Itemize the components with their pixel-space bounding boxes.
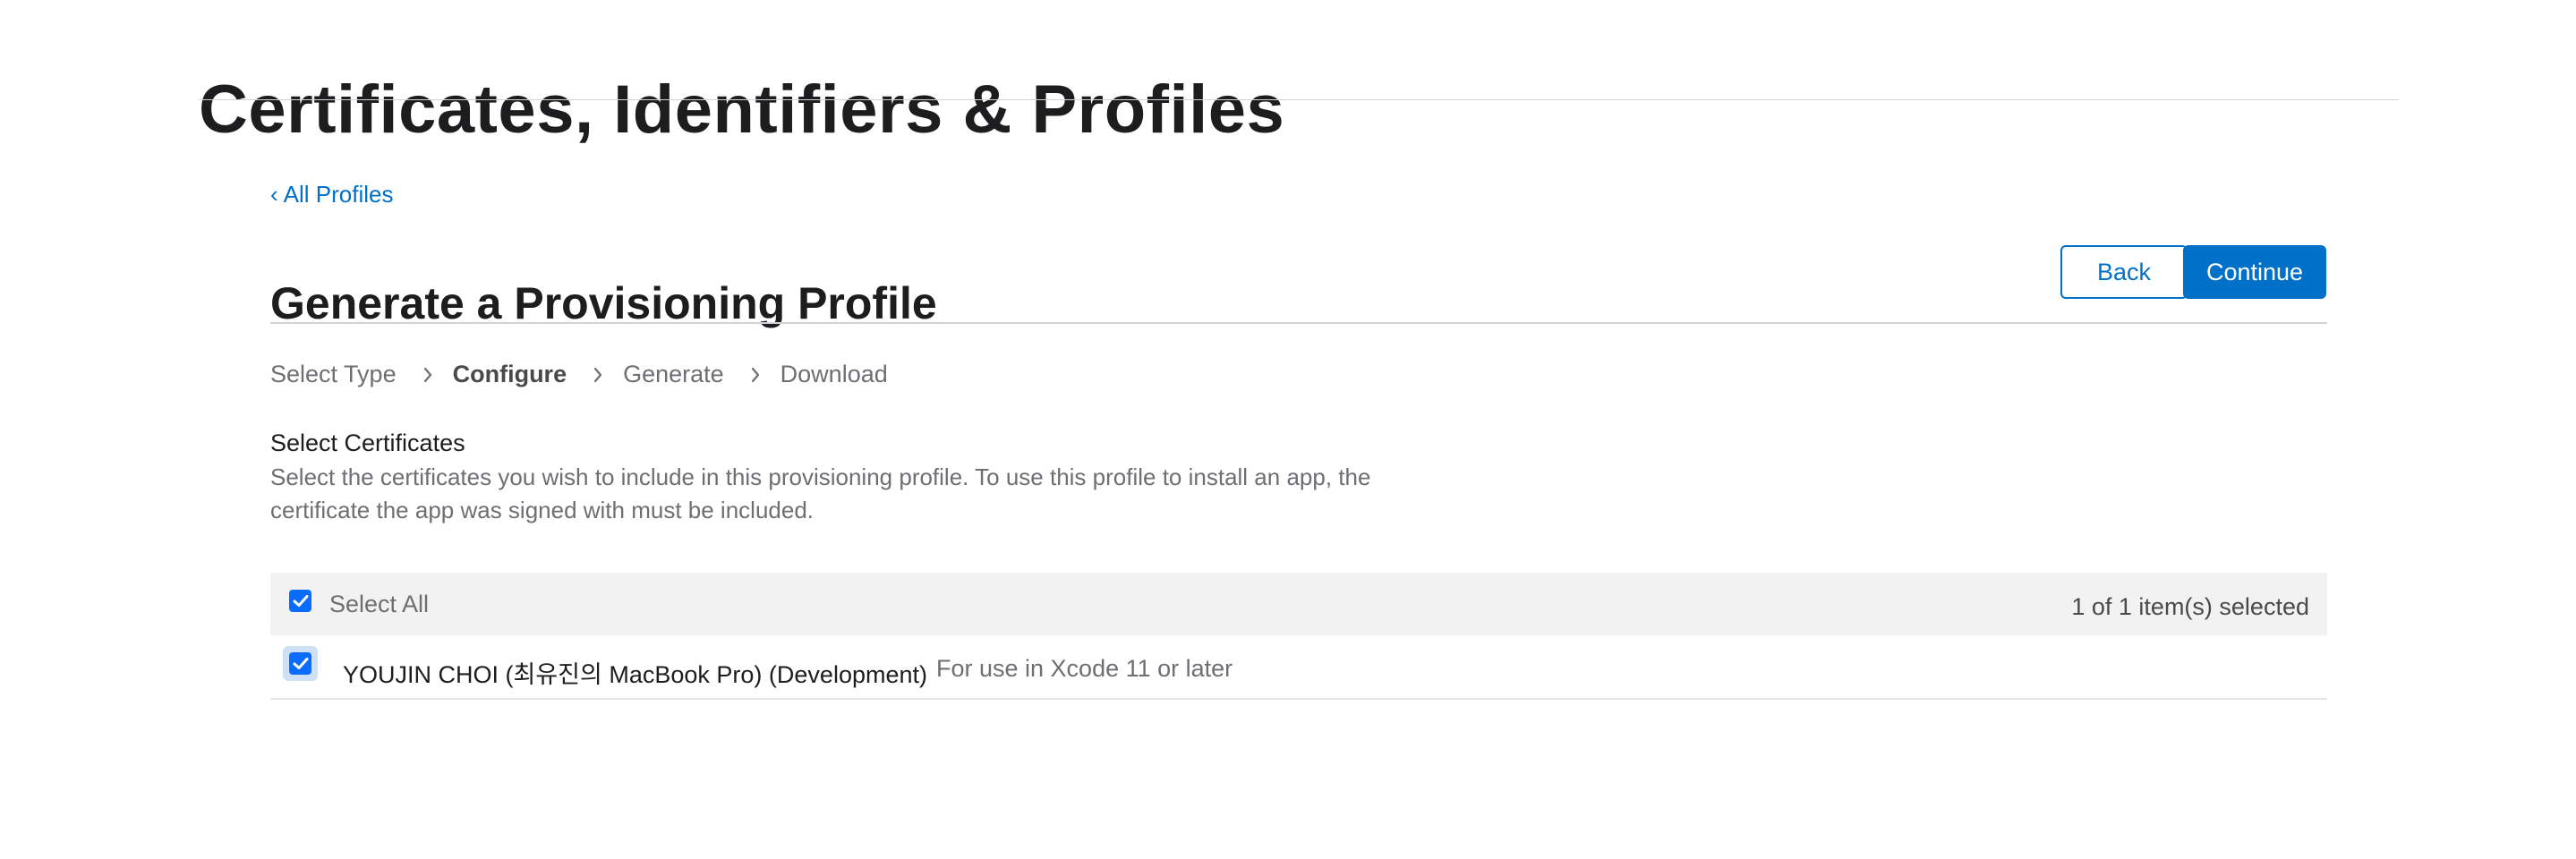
back-button[interactable]: Back <box>2060 245 2188 299</box>
certificate-checkbox[interactable] <box>289 652 311 675</box>
section-title: Generate a Provisioning Profile <box>270 277 937 328</box>
certificate-name: YOUJIN CHOI (최유진의 MacBook Pro) (Developm… <box>343 661 927 688</box>
page-title: Certificates, Identifiers & Profiles <box>199 71 1285 148</box>
checkmark-icon <box>293 595 308 607</box>
table-header-row: Select All 1 of 1 item(s) selected <box>270 573 2327 635</box>
step-download: Download <box>780 361 888 387</box>
step-configure: Configure <box>452 361 567 387</box>
chevron-left-icon: ‹ <box>270 181 278 208</box>
select-all-checkbox[interactable] <box>289 590 311 612</box>
chevron-right-icon <box>423 367 433 383</box>
chevron-right-icon <box>751 367 761 383</box>
all-profiles-link[interactable]: ‹ All Profiles <box>270 181 394 208</box>
all-profiles-link-label: All Profiles <box>283 181 394 208</box>
continue-button[interactable]: Continue <box>2183 245 2326 299</box>
step-indicator: Select Type Configure Generate Download <box>270 361 888 388</box>
title-divider <box>199 99 2399 100</box>
certificate-checkbox-focus-ring <box>283 646 318 681</box>
selected-count: 1 of 1 item(s) selected <box>2071 593 2309 620</box>
certificates-heading: Select Certificates <box>270 430 465 456</box>
step-select-type: Select Type <box>270 361 397 387</box>
checkmark-icon <box>293 658 308 669</box>
step-generate: Generate <box>623 361 724 387</box>
certificates-table: Select All 1 of 1 item(s) selected YOUJI… <box>270 573 2327 700</box>
certificate-row[interactable]: YOUJIN CHOI (최유진의 MacBook Pro) (Developm… <box>270 635 2327 700</box>
certificate-note: For use in Xcode 11 or later <box>936 655 1233 682</box>
header-divider <box>270 322 2327 324</box>
select-all-label: Select All <box>329 591 430 617</box>
certificates-description: Select the certificates you wish to incl… <box>270 464 1371 523</box>
chevron-right-icon <box>593 367 603 383</box>
